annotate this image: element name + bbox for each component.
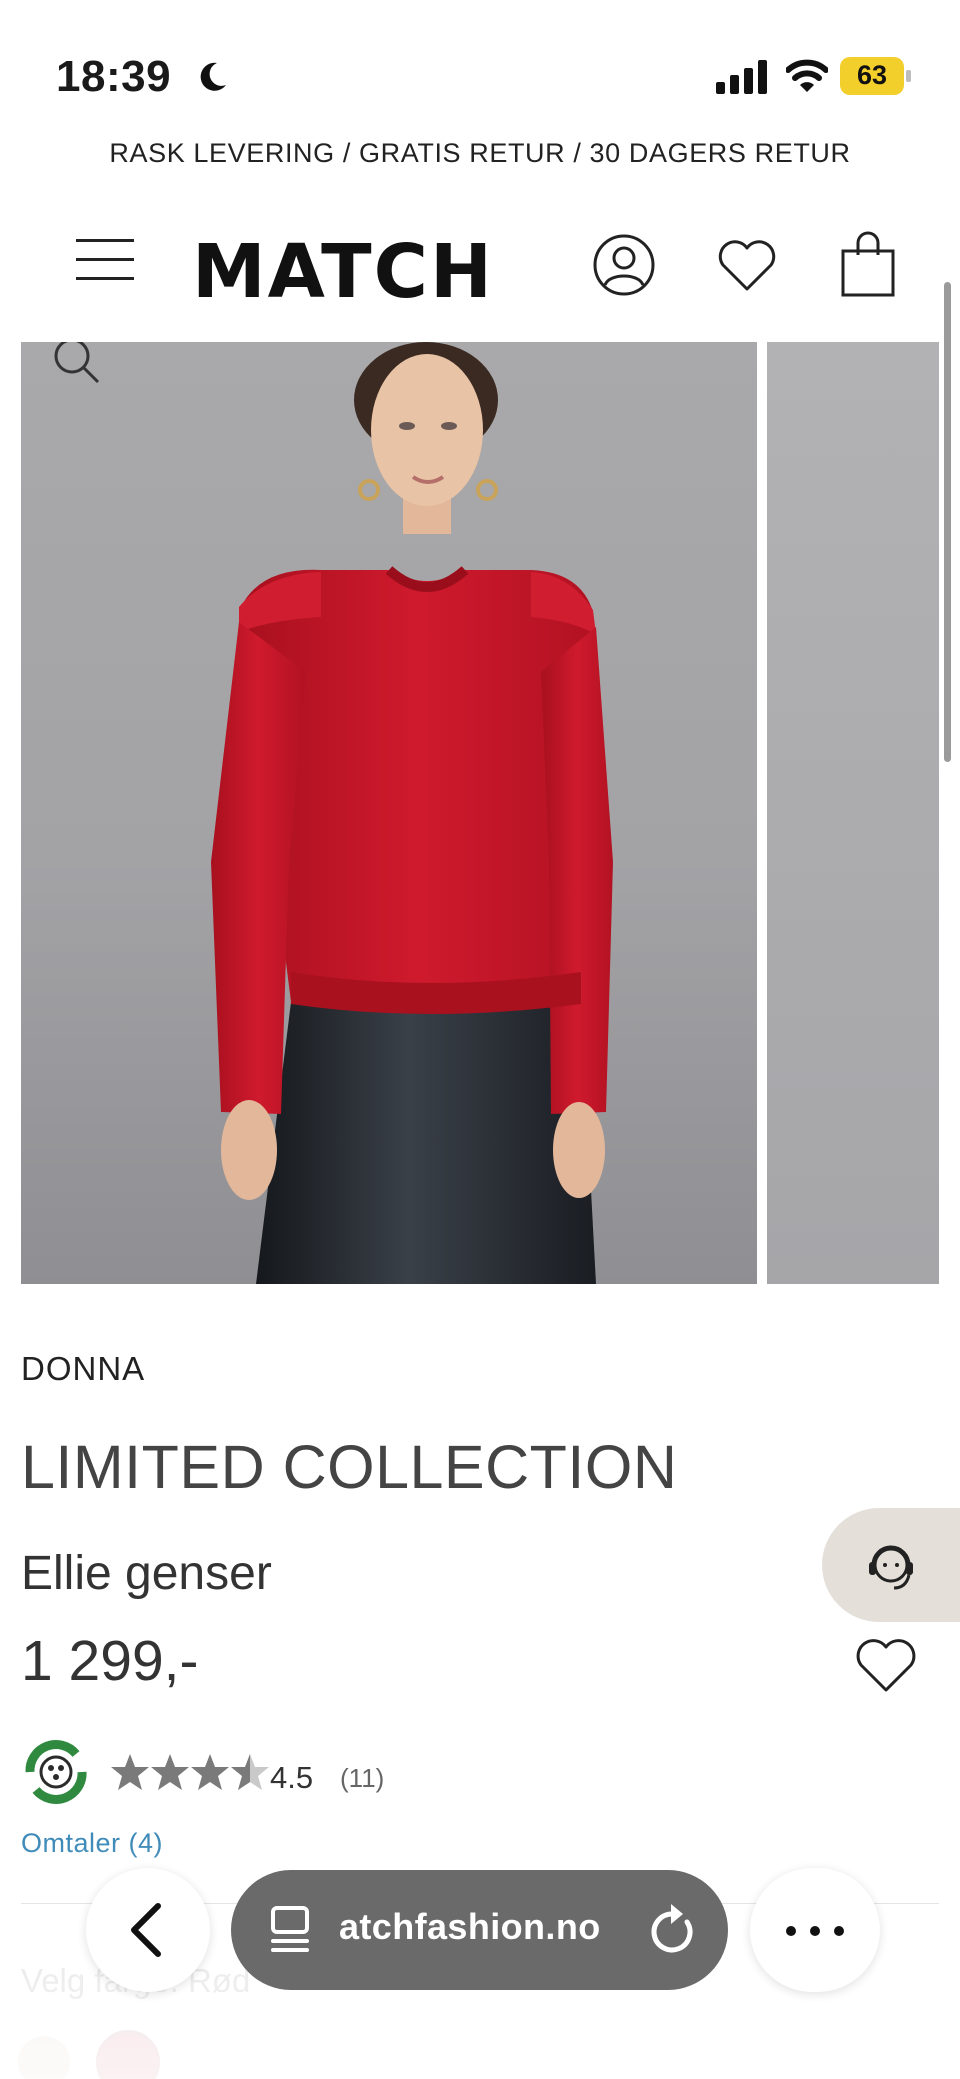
star-full-icon bbox=[151, 1754, 189, 1790]
product-price: 1 299,- bbox=[21, 1629, 199, 1693]
menu-icon[interactable] bbox=[76, 237, 134, 283]
site-header: MATCH bbox=[0, 215, 960, 325]
shopping-bag-icon[interactable] bbox=[840, 231, 896, 297]
support-agent-icon bbox=[869, 1545, 913, 1590]
reviews-link[interactable]: Omtaler (4) bbox=[21, 1828, 163, 1859]
browser-more-options-button[interactable] bbox=[750, 1868, 880, 1992]
battery-level: 63 bbox=[856, 60, 888, 90]
wishlist-icon[interactable] bbox=[716, 237, 778, 293]
browser-back-button[interactable] bbox=[86, 1868, 210, 1992]
star-full-icon bbox=[191, 1754, 229, 1790]
product-name: Ellie genser bbox=[21, 1547, 272, 1600]
page-menu-icon[interactable] bbox=[267, 1904, 315, 1956]
browser-url: atchfashion.no bbox=[339, 1906, 601, 1947]
chevron-left-icon bbox=[131, 1903, 161, 1957]
zoom-search-icon[interactable] bbox=[30, 342, 100, 394]
color-swatch-pink[interactable] bbox=[96, 2030, 160, 2079]
product-image-gallery[interactable] bbox=[0, 342, 960, 1284]
page-scrollbar[interactable] bbox=[944, 282, 951, 762]
color-swatch-beige[interactable] bbox=[18, 2036, 70, 2079]
star-full-icon bbox=[111, 1754, 149, 1790]
wifi-icon bbox=[786, 59, 828, 92]
product-collection: LIMITED COLLECTION bbox=[21, 1433, 678, 1501]
product-image[interactable] bbox=[21, 342, 757, 1284]
promo-banner: RASK LEVERING / GRATIS RETUR / 30 DAGERS… bbox=[109, 138, 851, 168]
battery-indicator: 63 bbox=[840, 57, 911, 95]
browser-address-bar[interactable]: atchfashion.no bbox=[231, 1870, 728, 1990]
customer-support-button[interactable] bbox=[822, 1508, 960, 1622]
signal-icon bbox=[716, 60, 767, 94]
add-to-wishlist-heart-icon[interactable] bbox=[854, 1636, 918, 1694]
star-half-icon bbox=[231, 1754, 269, 1790]
sustainability-icon bbox=[25, 1740, 87, 1804]
account-icon[interactable] bbox=[592, 233, 656, 297]
status-time: 18:39 bbox=[56, 52, 172, 101]
rating-count: (11) bbox=[340, 1763, 385, 1793]
next-product-image[interactable] bbox=[767, 342, 939, 1284]
rating-stars bbox=[110, 1752, 270, 1792]
status-bar: 18:39 63 bbox=[0, 0, 960, 130]
moon-icon bbox=[200, 62, 226, 91]
reload-icon[interactable] bbox=[647, 1902, 699, 1958]
site-logo[interactable]: MATCH bbox=[192, 229, 494, 315]
product-brand[interactable]: DONNA bbox=[21, 1350, 145, 1388]
rating-value: 4.5 bbox=[270, 1760, 314, 1795]
product-photo bbox=[211, 342, 613, 1284]
